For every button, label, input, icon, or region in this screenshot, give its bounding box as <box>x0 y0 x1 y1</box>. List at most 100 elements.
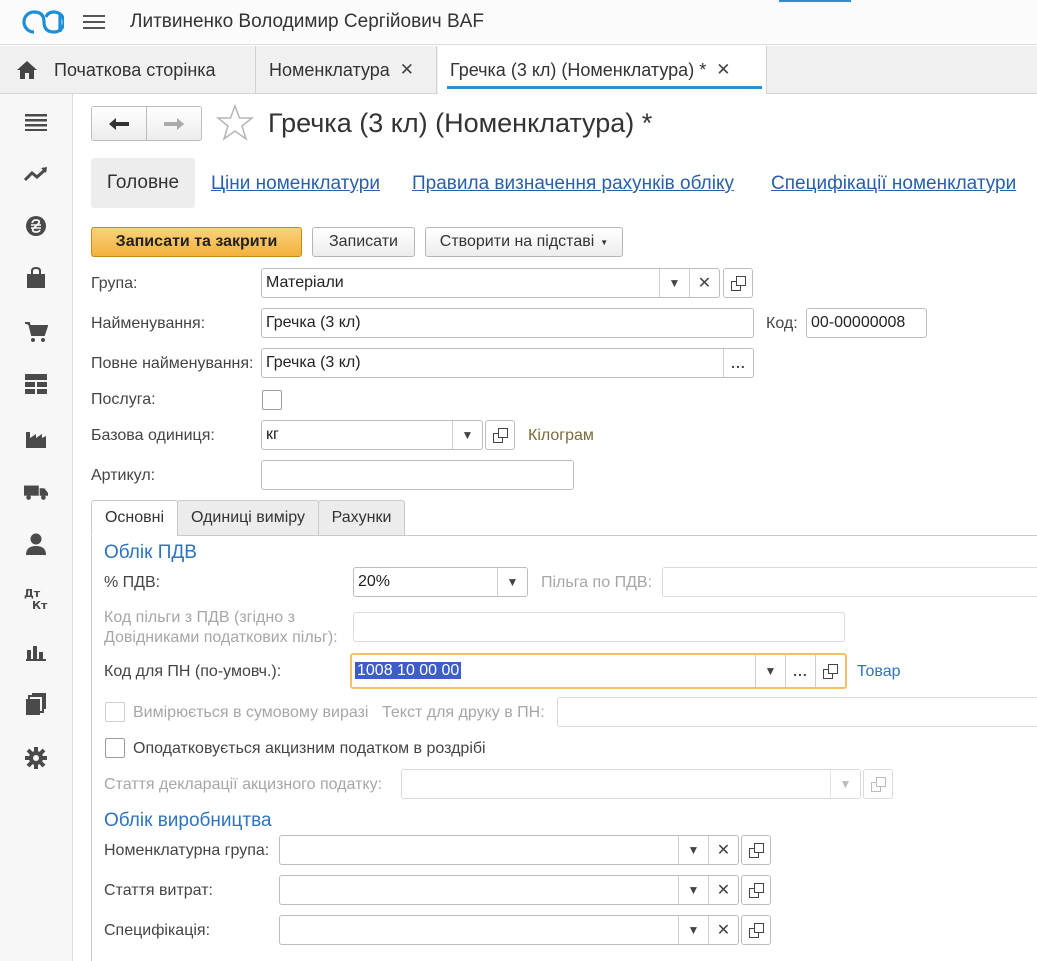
service-label: Послуга: <box>91 391 156 408</box>
tab-current-label: Гречка (3 кл) (Номенклатура) * <box>450 59 707 80</box>
dropdown-icon[interactable]: ▼ <box>755 655 785 687</box>
person-icon[interactable] <box>24 532 48 556</box>
more-icon[interactable]: ... <box>785 655 815 687</box>
vat-rate-field[interactable]: 20% ▼ <box>353 567 528 597</box>
tab-units[interactable]: Одиниці виміру <box>177 500 319 536</box>
open-copy-icon <box>492 427 508 443</box>
clear-icon[interactable]: ✕ <box>708 916 738 944</box>
hryvnia-icon[interactable] <box>24 214 48 238</box>
specification-field[interactable]: ▼ ✕ <box>279 915 739 945</box>
base-unit-field[interactable]: кг ▼ <box>261 420 483 450</box>
open-group-button[interactable] <box>723 268 753 298</box>
tab-accounts[interactable]: Рахунки <box>318 500 405 536</box>
section-account-rules-link[interactable]: Правила визначення рахунків обліку <box>412 173 734 195</box>
open-copy-icon <box>730 275 746 291</box>
clear-icon[interactable]: ✕ <box>689 269 719 297</box>
pn-code-hint[interactable]: Товар <box>857 663 901 681</box>
tab-main[interactable]: Основні <box>91 500 178 536</box>
warehouse-grid-icon[interactable] <box>24 372 48 396</box>
open-copy-icon <box>748 882 764 898</box>
dropdown-icon[interactable]: ▼ <box>452 421 482 449</box>
code-label: Код: <box>766 315 798 332</box>
cost-item-label: Стаття витрат: <box>104 882 213 899</box>
cart-icon[interactable] <box>24 320 48 344</box>
open-pn-code-button[interactable] <box>815 655 845 687</box>
full-name-value: Гречка (3 кл) <box>266 354 361 371</box>
benefit-code-label-line2: Довідниками податкових пільг): <box>104 629 338 646</box>
section-main[interactable]: Головне <box>91 158 195 208</box>
tab-nomenclature[interactable]: Номенклатура ✕ <box>257 46 437 94</box>
truck-icon[interactable] <box>24 480 48 504</box>
tab-home-label: Початкова сторінка <box>54 59 216 80</box>
create-based-on-label: Створити на підставі <box>439 233 595 250</box>
production-group-title: Облік виробництва <box>104 810 272 831</box>
arrow-left-icon <box>109 117 129 130</box>
dropdown-icon[interactable]: ▼ <box>678 876 708 904</box>
service-checkbox[interactable] <box>262 390 282 410</box>
home-icon <box>17 61 37 79</box>
forward-button[interactable] <box>146 106 202 141</box>
top-accent-line <box>779 0 851 2</box>
create-based-on-button[interactable]: Створити на підставі ▼ <box>425 227 623 257</box>
excise-label: Оподатковується акцизним податком в розд… <box>133 740 486 757</box>
pn-code-field[interactable]: 1008 10 00 00 ▼ ... <box>350 653 847 689</box>
back-button[interactable] <box>91 106 147 141</box>
baf-logo-icon[interactable] <box>22 8 64 36</box>
open-copy-icon <box>748 842 764 858</box>
clear-icon[interactable]: ✕ <box>708 876 738 904</box>
bar-chart-icon[interactable] <box>24 640 48 664</box>
factory-icon[interactable] <box>24 426 48 450</box>
group-value: Матеріали <box>266 274 344 291</box>
excise-article-field: ▼ <box>401 769 861 799</box>
open-base-unit-button[interactable] <box>485 420 515 450</box>
print-text-label: Текст для друку в ПН: <box>382 704 545 721</box>
main-menu-icon[interactable] <box>83 12 105 32</box>
section-specs-link[interactable]: Специфікації номенклатури <box>771 173 1016 195</box>
inner-panel-border <box>91 535 92 961</box>
close-icon[interactable]: ✕ <box>400 60 414 80</box>
menu-list-icon[interactable] <box>24 110 48 134</box>
gear-icon[interactable] <box>24 746 48 770</box>
shopping-bag-icon[interactable] <box>24 266 48 290</box>
dropdown-icon[interactable]: ▼ <box>678 836 708 864</box>
section-prices-link[interactable]: Ціни номенклатури <box>211 173 380 195</box>
dropdown-icon[interactable]: ▼ <box>678 916 708 944</box>
open-copy-icon <box>823 663 838 679</box>
favorite-star-icon[interactable] <box>216 104 254 142</box>
open-excise-article-button <box>863 769 893 799</box>
svg-text:Кт: Кт <box>32 599 48 610</box>
article-field[interactable] <box>261 460 574 490</box>
clear-icon[interactable]: ✕ <box>708 836 738 864</box>
excise-checkbox[interactable] <box>105 738 125 758</box>
close-icon[interactable]: ✕ <box>716 60 730 80</box>
nom-group-label: Номенклатурна група: <box>104 842 270 859</box>
open-specification-button[interactable] <box>741 915 771 945</box>
tab-nomenclature-label: Номенклатура <box>269 59 390 80</box>
dropdown-icon[interactable]: ▼ <box>497 568 527 596</box>
base-unit-hint: Кілограм <box>528 427 594 444</box>
cost-item-field[interactable]: ▼ ✕ <box>279 875 739 905</box>
name-field[interactable]: Гречка (3 кл) <box>261 308 754 338</box>
save-button[interactable]: Записати <box>312 227 415 257</box>
vat-benefit-label: Пільга по ПДВ: <box>541 574 653 591</box>
code-value: 00-00000008 <box>811 314 906 331</box>
save-and-close-button[interactable]: Записати та закрити <box>91 227 302 257</box>
code-field[interactable]: 00-00000008 <box>806 308 927 338</box>
pn-code-value: 1008 10 00 00 <box>355 662 462 679</box>
trend-icon[interactable] <box>24 162 48 186</box>
tab-home[interactable]: Початкова сторінка <box>0 46 256 94</box>
dropdown-icon[interactable]: ▼ <box>659 269 689 297</box>
debit-credit-icon[interactable]: Дт Кт <box>24 586 48 610</box>
group-field[interactable]: Матеріали ▼ ✕ <box>261 268 720 298</box>
app-user-title: Литвиненко Володимир Сергійович BAF <box>130 11 484 32</box>
documents-icon[interactable] <box>24 692 48 716</box>
more-icon[interactable]: ... <box>723 349 753 377</box>
open-cost-item-button[interactable] <box>741 875 771 905</box>
open-nom-group-button[interactable] <box>741 835 771 865</box>
nom-group-field[interactable]: ▼ ✕ <box>279 835 739 865</box>
pn-code-label: Код для ПН (по-умовч.): <box>104 663 282 680</box>
full-name-field[interactable]: Гречка (3 кл) ... <box>261 348 754 378</box>
pn-code-value-wrap: 1008 10 00 00 <box>352 662 755 680</box>
group-label: Група: <box>91 275 138 292</box>
name-value: Гречка (3 кл) <box>266 314 361 331</box>
